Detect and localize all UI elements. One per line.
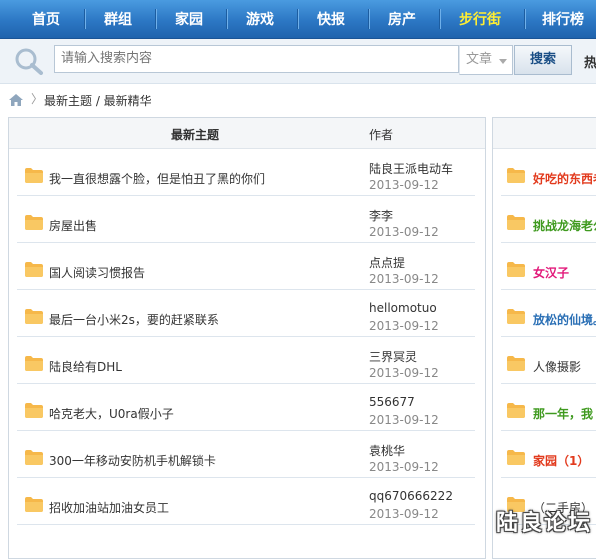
folder-icon [507,450,525,465]
folder-icon [507,356,525,371]
nav-item-home[interactable]: 首页 [14,0,78,38]
folder-icon [507,403,525,418]
table-row: 放松的仙境。 [493,290,596,337]
home-icon[interactable] [9,94,23,106]
folder-icon [25,309,43,324]
search-bar: 文章 搜索 热 [0,39,596,84]
post-date: 2013-09-12 [369,366,439,380]
nav-separator [524,9,526,29]
table-row: 家园（1） [493,431,596,478]
topic-title-link[interactable]: 国人阅读习惯报告 [49,264,145,281]
nav-item-rankings[interactable]: 排行榜 [530,0,596,38]
author-link[interactable]: hellomotuo [369,301,437,315]
post-date: 2013-09-12 [369,507,439,521]
nav-item-real-estate[interactable]: 房产 [370,0,434,38]
post-date: 2013-09-12 [369,178,439,192]
table-header [493,118,596,149]
author-link[interactable]: 李李 [369,207,393,224]
topic-title-link[interactable]: 最后一台小米2s，要的赶紧联系 [49,311,219,328]
featured-topic-link[interactable]: 女汉子 [533,264,569,281]
topic-title-link[interactable]: 我一直很想露个脸，但是怕丑了黑的你们 [49,170,265,187]
watermark: 陆良论坛 [496,511,593,536]
topic-title-link[interactable]: 哈克老大，U0ra假小子 [49,405,174,422]
featured-topic-link[interactable]: 家园（1） [533,452,589,469]
search-input[interactable] [54,45,459,73]
featured-topic-link[interactable]: 挑战龙海老公 [533,217,596,234]
author-link[interactable]: 556677 [369,395,415,409]
search-button[interactable]: 搜索 [514,45,572,75]
nav-item-pedestrian-street[interactable]: 步行街 [441,0,519,38]
table-row: 最后一台小米2s，要的赶紧联系 hellomotuo 2013-09-12 [9,290,485,337]
featured-topic-link[interactable]: 好吃的东西老 [533,170,596,187]
row-divider [17,524,475,525]
topic-title-link[interactable]: 300一年移动安防机手机解锁卡 [49,452,216,469]
post-date: 2013-09-12 [369,460,439,474]
table-row: 好吃的东西老 [493,149,596,196]
folder-icon [25,262,43,277]
main-nav: 首页 群组 家园 游戏 快报 房产 步行街 排行榜 [0,0,596,39]
table-row: 人像摄影 [493,337,596,384]
table-header: 最新主题 作者 [9,118,485,149]
table-row: 陆良给有DHL 三界冥灵 2013-09-12 [9,337,485,384]
featured-topics-panel: 好吃的东西老挑战龙海老公女汉子放松的仙境。人像摄影那一年，我家园（1）（二手房） [492,117,596,559]
latest-topics-panel: 最新主题 作者 我一直很想露个脸，但是怕丑了黑的你们 陆良王派电动车 2013-09… [8,117,486,559]
folder-icon [25,497,43,512]
hot-label: 热 [584,56,596,71]
author-link[interactable]: qq670666222 [369,489,453,503]
topic-title-link[interactable]: 房屋出售 [49,217,97,234]
author-link[interactable]: 三界冥灵 [369,348,417,365]
post-date: 2013-09-12 [369,319,439,333]
folder-icon [507,309,525,324]
search-type-select[interactable]: 文章 [459,45,513,75]
breadcrumb-text[interactable]: 最新主题 / 最新精华 [44,92,152,109]
author-link[interactable]: 袁桃华 [369,442,405,459]
author-link[interactable]: 陆良王派电动车 [369,160,453,177]
column-title-header: 最新主题 [170,128,219,142]
post-date: 2013-09-12 [369,413,439,427]
table-row: 哈克老大，U0ra假小子 556677 2013-09-12 [9,384,485,431]
folder-icon [507,262,525,277]
column-author-header: 作者 [369,128,394,142]
nav-item-games[interactable]: 游戏 [228,0,292,38]
post-date: 2013-09-12 [369,225,439,239]
folder-icon [507,215,525,230]
folder-icon [25,356,43,371]
nav-item-groups[interactable]: 群组 [86,0,150,38]
table-row: 挑战龙海老公 [493,196,596,243]
author-link[interactable]: 点点提 [369,254,405,271]
search-icon [15,48,43,75]
table-row: 那一年，我 [493,384,596,431]
folder-icon [25,215,43,230]
chevron-down-icon [499,59,507,64]
table-row: 房屋出售 李李 2013-09-12 [9,196,485,243]
featured-topic-link[interactable]: 人像摄影 [533,358,581,375]
folder-icon [25,168,43,183]
folder-icon [25,450,43,465]
table-row: 300一年移动安防机手机解锁卡 袁桃华 2013-09-12 [9,431,485,478]
search-type-label: 文章 [466,52,493,67]
post-date: 2013-09-12 [369,272,439,286]
folder-icon [507,168,525,183]
featured-topic-link[interactable]: 那一年，我 [533,405,593,422]
table-row: 国人阅读习惯报告 点点提 2013-09-12 [9,243,485,290]
topic-title-link[interactable]: 招收加油站加油女员工 [49,499,169,516]
nav-item-news[interactable]: 快报 [299,0,363,38]
nav-item-home-space[interactable]: 家园 [157,0,221,38]
folder-icon [25,403,43,418]
topic-title-link[interactable]: 陆良给有DHL [49,358,122,375]
table-row: 女汉子 [493,243,596,290]
table-row: 招收加油站加油女员工 qq670666222 2013-09-12 [9,478,485,525]
table-row: 我一直很想露个脸，但是怕丑了黑的你们 陆良王派电动车 2013-09-12 [9,149,485,196]
breadcrumb: 〉 最新主题 / 最新精华 [0,86,596,112]
featured-topic-link[interactable]: 放松的仙境。 [533,311,596,328]
chevron-right-icon: 〉 [31,92,44,106]
